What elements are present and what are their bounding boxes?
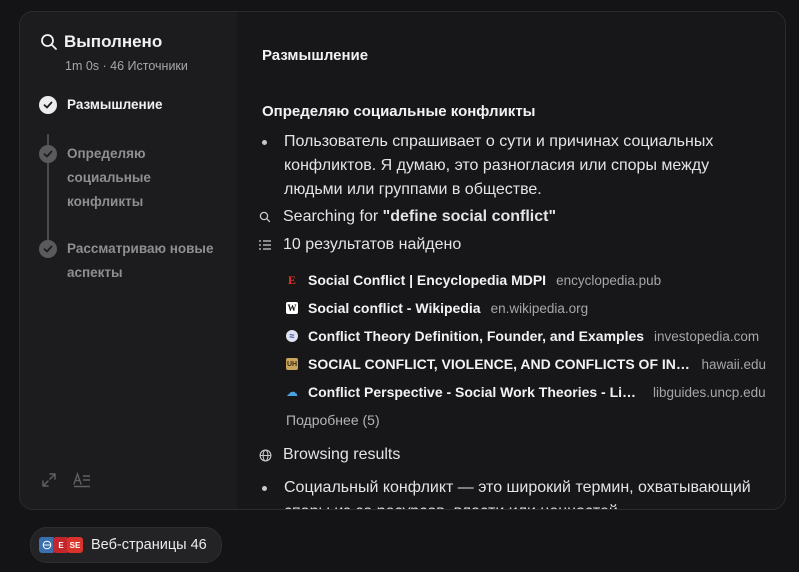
step-label: Размышление (67, 97, 163, 112)
check-icon (39, 96, 57, 114)
paragraph-bullet-2: Социальный конфликт — это широкий термин… (262, 476, 764, 509)
paragraph-bullet-1: Пользователь спрашивает о сути и причина… (262, 130, 754, 202)
sources-count: 46 Источники (110, 59, 188, 73)
source-domain: hawaii.edu (701, 356, 766, 372)
investopedia-favicon-icon: ≈ (286, 330, 298, 342)
expand-icon[interactable] (40, 471, 58, 489)
browsing-label: Browsing results (283, 446, 401, 463)
text-format-icon[interactable] (72, 471, 92, 489)
source-item[interactable]: UH SOCIAL CONFLICT, VIOLENCE, AND CONFLI… (286, 356, 766, 372)
status-meta: 1m 0s · 46 Источники (65, 59, 188, 73)
list-icon (259, 240, 271, 250)
source-item[interactable]: ≈ Conflict Theory Definition, Founder, a… (286, 328, 766, 344)
check-icon (39, 240, 57, 258)
content-heading: Размышление (262, 47, 369, 64)
step-thinking[interactable]: Размышление (39, 96, 163, 117)
search-icon (41, 34, 57, 50)
step-new-aspects[interactable]: Рассматриваю новые аспекты (39, 240, 224, 285)
sidebar-tools (40, 471, 92, 489)
step-label: Рассматриваю новые аспекты (67, 241, 214, 280)
source-title: Conflict Perspective - Social Work Theor… (308, 384, 643, 400)
web-pages-chip[interactable]: E SE Веб-страницы 46 (30, 527, 222, 563)
web-pages-label: Веб-страницы 46 (91, 537, 207, 553)
status-title: Выполнено (64, 32, 163, 51)
source-icons: E SE (39, 537, 83, 553)
libguides-favicon-icon: ☁ (286, 385, 298, 399)
reasoning-content: Размышление Определяю социальные конфлик… (237, 12, 785, 509)
step-label: Определяю социальные конфликты (67, 146, 151, 209)
status-header: Выполнено (40, 32, 162, 52)
steps-sidebar: Выполнено 1m 0s · 46 Источники Размышлен… (20, 12, 237, 509)
source-title: SOCIAL CONFLICT, VIOLENCE, AND CONFLICTS… (308, 356, 692, 372)
search-prefix: Searching for (283, 208, 383, 225)
hawaii-favicon-icon: UH (286, 358, 298, 370)
source-domain: libguides.uncp.edu (653, 384, 766, 400)
source-item[interactable]: ☁ Conflict Perspective - Social Work The… (286, 384, 766, 400)
se-favicon-icon: SE (67, 537, 83, 553)
source-item[interactable]: E Social Conflict | Encyclopedia MDPI en… (286, 272, 766, 288)
source-domain: encyclopedia.pub (556, 272, 662, 288)
thinking-panel: Выполнено 1m 0s · 46 Источники Размышлен… (19, 11, 786, 510)
duration: 1m 0s (65, 59, 100, 73)
results-count-row: 10 результатов найдено (257, 236, 461, 254)
source-item[interactable]: W Social conflict - Wikipedia en.wikiped… (286, 300, 766, 316)
source-title: Social conflict - Wikipedia (308, 300, 481, 316)
search-icon (259, 211, 271, 223)
more-results-link[interactable]: Подробнее (5) (286, 412, 380, 428)
source-title: Social Conflict | Encyclopedia MDPI (308, 272, 547, 288)
results-count: 10 результатов найдено (283, 236, 462, 253)
check-icon (39, 145, 57, 163)
step-defining[interactable]: Определяю социальные конфликты (39, 145, 199, 214)
browsing-row: Browsing results (257, 446, 400, 464)
source-domain: en.wikipedia.org (490, 300, 589, 316)
source-title: Conflict Theory Definition, Founder, and… (308, 328, 645, 344)
encyclopedia-favicon-icon: E (287, 272, 296, 287)
globe-icon (259, 449, 271, 461)
content-subheading: Определяю социальные конфликты (262, 103, 536, 120)
search-query: "define social conflict" (382, 208, 557, 225)
wikipedia-favicon-icon: W (286, 302, 298, 314)
search-row: Searching for "define social conflict" (257, 208, 556, 226)
source-domain: investopedia.com (654, 328, 760, 344)
